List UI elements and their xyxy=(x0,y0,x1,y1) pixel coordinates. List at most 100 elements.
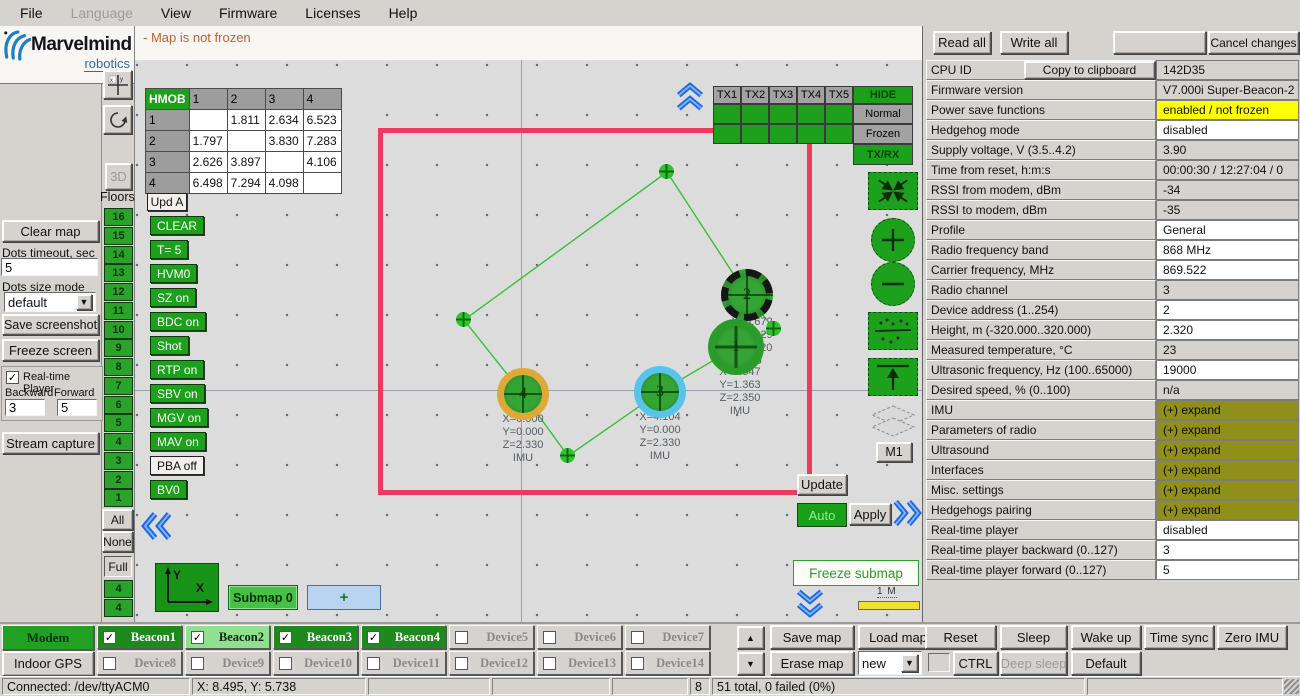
device-toggle-device5[interactable]: Device5 xyxy=(449,625,534,649)
param-value-real-time-player-forward-0-127-[interactable]: 5 xyxy=(1156,560,1299,580)
dots-size-select[interactable]: default ▼ xyxy=(4,292,96,312)
collapse-left-icon[interactable] xyxy=(141,510,173,542)
tx-state-cell[interactable] xyxy=(769,124,797,144)
beacon-1-marker[interactable]: 1 xyxy=(708,319,764,375)
device-toggle-device13[interactable]: Device13 xyxy=(537,651,622,675)
device-toggle-beacon1[interactable]: Beacon1 xyxy=(97,625,182,649)
write-all-button[interactable]: Write all xyxy=(1000,31,1068,54)
device-toggle-device10[interactable]: Device10 xyxy=(273,651,358,675)
param-value-height-m-320-000-320-000-[interactable]: 2.320 xyxy=(1156,320,1299,340)
upload-map-button[interactable] xyxy=(868,358,918,396)
floor-button-14[interactable]: 14 xyxy=(104,246,133,264)
device-checkbox[interactable] xyxy=(543,657,556,670)
tx-state-cell[interactable] xyxy=(741,124,769,144)
freeze-submap-button[interactable]: Freeze submap xyxy=(793,560,919,586)
floor-button-5[interactable]: 5 xyxy=(104,414,133,432)
save-map-button[interactable]: Save map xyxy=(770,625,854,649)
reset-button[interactable]: Reset xyxy=(925,625,996,649)
device-checkbox[interactable] xyxy=(631,657,644,670)
tx-state-cell[interactable] xyxy=(825,124,853,144)
tx-state-cell[interactable] xyxy=(713,124,741,144)
device-checkbox[interactable] xyxy=(367,657,380,670)
device-checkbox[interactable] xyxy=(631,631,644,644)
param-value-radio-frequency-band[interactable]: 868 MHz xyxy=(1156,240,1299,260)
erase-map-button[interactable]: Erase map xyxy=(770,651,854,675)
param-value-misc-settings[interactable]: (+) expand xyxy=(1156,480,1299,500)
param-value-real-time-player[interactable]: disabled xyxy=(1156,520,1299,540)
floor-extra-button-1[interactable]: 4 xyxy=(104,599,133,617)
floor-button-11[interactable]: 11 xyxy=(104,302,133,320)
backward-input[interactable] xyxy=(5,399,45,416)
modem-button[interactable]: Modem xyxy=(2,625,94,650)
tx-state-cell[interactable] xyxy=(825,104,853,124)
device-checkbox[interactable] xyxy=(191,631,204,644)
device-toggle-device11[interactable]: Device11 xyxy=(361,651,446,675)
menu-item-firmware[interactable]: Firmware xyxy=(207,3,289,23)
distance-cell[interactable]: 2.634 xyxy=(265,110,303,131)
distance-cell[interactable]: 3.830 xyxy=(265,131,303,152)
floor-button-12[interactable]: 12 xyxy=(104,283,133,301)
device-toggle-device12[interactable]: Device12 xyxy=(449,651,534,675)
time-sync-button[interactable]: Time sync xyxy=(1144,625,1214,649)
axes-orientation-button[interactable]: Y X xyxy=(155,563,219,612)
device-checkbox[interactable] xyxy=(543,631,556,644)
distance-cell[interactable]: 1.797 xyxy=(189,131,227,152)
axes-view-button[interactable]: x y xyxy=(103,70,132,99)
device-checkbox[interactable] xyxy=(455,657,468,670)
submap-corner-dot[interactable] xyxy=(766,321,781,336)
mode-button-clear[interactable]: CLEAR xyxy=(150,216,204,235)
param-value-carrier-frequency-mhz[interactable]: 869.522 xyxy=(1156,260,1299,280)
param-value-hedgehogs-pairing[interactable]: (+) expand xyxy=(1156,500,1299,520)
distance-cell[interactable] xyxy=(265,152,303,173)
fit-view-button[interactable] xyxy=(868,172,918,210)
clear-map-button[interactable]: Clear map xyxy=(2,220,99,242)
param-value-real-time-player-backward-0-127-[interactable]: 3 xyxy=(1156,540,1299,560)
stream-capture-button[interactable]: Stream capture xyxy=(2,432,99,454)
submap-corner-dot[interactable] xyxy=(456,312,471,327)
mode-button-mav-on[interactable]: MAV on xyxy=(150,432,206,451)
ctrl-checkbox[interactable] xyxy=(928,653,950,672)
tx-state-cell[interactable] xyxy=(797,104,825,124)
copy-to-clipboard-button[interactable]: Copy to clipboard xyxy=(1024,61,1155,79)
distance-cell[interactable]: 4.098 xyxy=(265,173,303,194)
device-toggle-device6[interactable]: Device6 xyxy=(537,625,622,649)
freeze-screen-button[interactable]: Freeze screen xyxy=(2,339,99,361)
floor-button-10[interactable]: 10 xyxy=(104,321,133,339)
distance-cell[interactable] xyxy=(227,131,265,152)
distance-cell[interactable] xyxy=(303,173,341,194)
device-checkbox[interactable] xyxy=(279,631,292,644)
device-checkbox[interactable] xyxy=(455,631,468,644)
menu-item-help[interactable]: Help xyxy=(377,3,430,23)
floors-all-button[interactable]: All xyxy=(102,509,133,530)
param-value-ultrasonic-frequency-hz-100-65000-[interactable]: 19000 xyxy=(1156,360,1299,380)
param-value-interfaces[interactable]: (+) expand xyxy=(1156,460,1299,480)
zero-imu-button[interactable]: Zero IMU xyxy=(1217,625,1287,649)
device-toggle-device7[interactable]: Device7 xyxy=(625,625,710,649)
expand-right-icon[interactable] xyxy=(892,498,922,528)
mode-button-shot[interactable]: Shot xyxy=(150,336,189,355)
update-button[interactable]: Update xyxy=(797,474,847,495)
read-all-button[interactable]: Read all xyxy=(933,31,991,54)
param-value-parameters-of-radio[interactable]: (+) expand xyxy=(1156,420,1299,440)
device-toggle-beacon4[interactable]: Beacon4 xyxy=(361,625,446,649)
zoom-in-button[interactable] xyxy=(871,218,915,262)
device-checkbox[interactable] xyxy=(103,657,116,670)
device-toggle-beacon3[interactable]: Beacon3 xyxy=(273,625,358,649)
distance-cell[interactable]: 4.106 xyxy=(303,152,341,173)
device-scroll-up-button[interactable]: ▲ xyxy=(737,626,764,649)
save-screenshot-button[interactable]: Save screenshot xyxy=(2,314,99,335)
m1-button[interactable]: M1 xyxy=(876,442,912,462)
device-toggle-beacon2[interactable]: Beacon2 xyxy=(185,625,270,649)
layers-button[interactable] xyxy=(868,404,918,442)
mode-button-hvm0[interactable]: HVM0 xyxy=(150,264,197,283)
distance-cell[interactable]: 7.294 xyxy=(227,173,265,194)
dots-timeout-input[interactable] xyxy=(1,258,98,276)
distance-cell[interactable]: 7.283 xyxy=(303,131,341,152)
rotate-view-button[interactable] xyxy=(103,105,132,134)
tx-state-cell[interactable] xyxy=(797,124,825,144)
wake-up-button[interactable]: Wake up xyxy=(1071,625,1141,649)
device-scroll-down-button[interactable]: ▼ xyxy=(737,652,764,675)
hide-button[interactable]: HIDE xyxy=(853,86,913,104)
device-toggle-device8[interactable]: Device8 xyxy=(97,651,182,675)
param-value-power-save-functions[interactable]: enabled / not frozen xyxy=(1156,100,1299,120)
